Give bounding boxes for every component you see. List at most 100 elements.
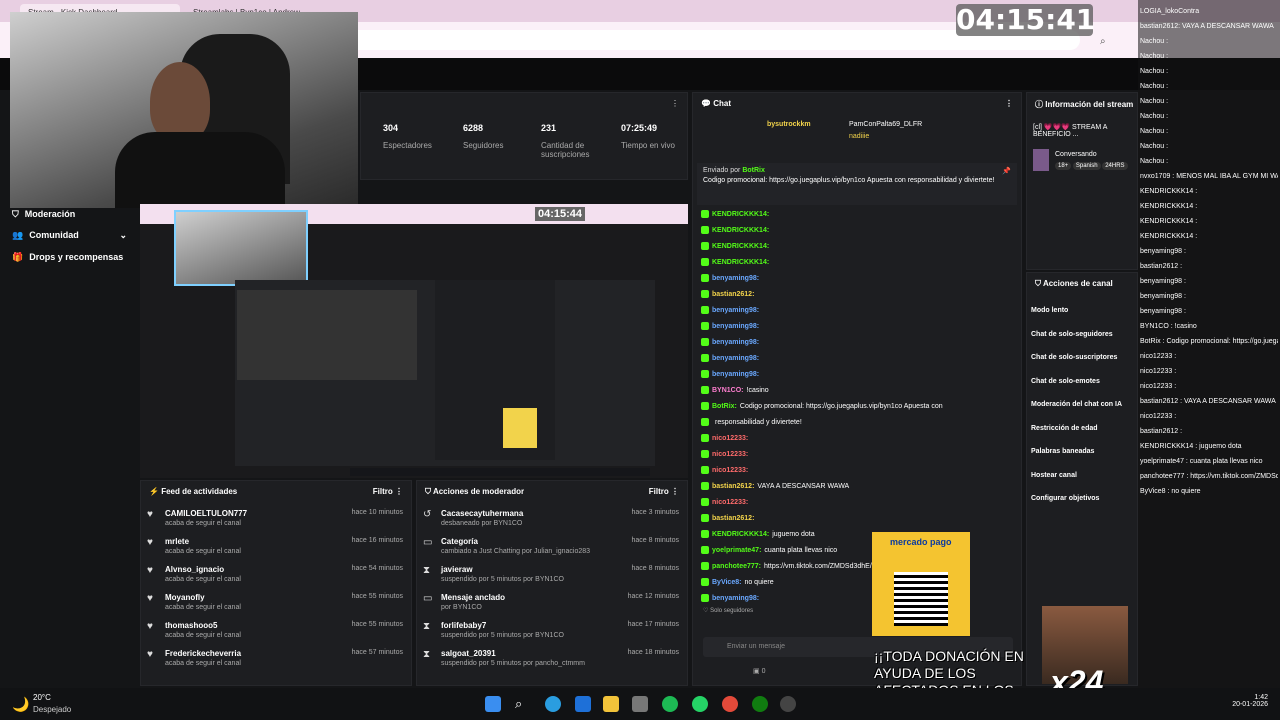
- chat-username[interactable]: nico12233:: [712, 435, 748, 442]
- chat-message[interactable]: benyaming98:: [693, 335, 1021, 351]
- more-icon[interactable]: ⋮: [1005, 99, 1013, 108]
- chat-message[interactable]: BotRix: Codigo promocional: https://go.ju…: [693, 399, 1021, 415]
- chat-username[interactable]: bastian2612:: [712, 291, 754, 298]
- chat-message[interactable]: bastian2612:: [693, 511, 1021, 527]
- chat-message[interactable]: responsabilidad y diviertete!: [693, 415, 1021, 431]
- chat-username[interactable]: KENDRICKKK14:: [712, 243, 769, 250]
- chat-message[interactable]: ByVice8: no quiere: [693, 575, 1021, 591]
- action-icon: ↺: [423, 509, 432, 520]
- chat-message[interactable]: benyaming98:: [693, 591, 1021, 607]
- chat-username[interactable]: ByVice8:: [712, 579, 741, 586]
- chat-username[interactable]: bastian2612:: [712, 483, 754, 490]
- chat-username[interactable]: nico12233:: [712, 499, 748, 506]
- chat-message[interactable]: nico12233:: [693, 431, 1021, 447]
- chat-message[interactable]: KENDRICKKK14:: [693, 207, 1021, 223]
- windows-start-icon[interactable]: [485, 696, 501, 712]
- channel-action-item[interactable]: Configurar objetivos: [1027, 487, 1137, 511]
- zoom-icon[interactable]: ⌕: [1100, 36, 1106, 47]
- chat-username[interactable]: benyaming98:: [712, 339, 759, 346]
- chat-message[interactable]: yoelprimate47: cuanta plata llevas nico: [693, 543, 1021, 559]
- obs-icon[interactable]: [780, 696, 796, 712]
- feed-username[interactable]: Frederickecheverria: [165, 649, 241, 658]
- overlay-chat-line: nvxo1709 : MENOS MAL IBA AL GYM MI WATON: [1140, 173, 1278, 180]
- chat-message[interactable]: benyaming98:: [693, 351, 1021, 367]
- channel-action-item[interactable]: Hostear canal: [1027, 464, 1137, 488]
- chrome-icon[interactable]: [722, 696, 738, 712]
- panel-title: Acciones de moderador: [432, 487, 525, 496]
- stream-tags: 18+ Spanish 24HRS: [1055, 162, 1128, 170]
- feed-username[interactable]: thomashooo5: [165, 621, 217, 630]
- filter-button[interactable]: Filtro ⋮: [649, 487, 679, 496]
- pinned-message[interactable]: Enviado por BotRix 📌 Codigo promocional: …: [697, 163, 1017, 205]
- chat-message[interactable]: panchotee777: https://vm.tiktok.com/ZMDSd…: [693, 559, 1021, 575]
- chat-message[interactable]: KENDRICKKK14:: [693, 223, 1021, 239]
- chat-message[interactable]: benyaming98:: [693, 367, 1021, 383]
- chat-message[interactable]: nico12233:: [693, 495, 1021, 511]
- chat-username[interactable]: benyaming98:: [712, 355, 759, 362]
- chat-username[interactable]: nico12233:: [712, 451, 748, 458]
- chat-message[interactable]: benyaming98:: [693, 319, 1021, 335]
- chat-username[interactable]: nico12233:: [712, 467, 748, 474]
- chat-message[interactable]: nico12233:: [693, 447, 1021, 463]
- chat-message[interactable]: KENDRICKKK14:: [693, 255, 1021, 271]
- chat-message[interactable]: KENDRICKKK14:: [693, 239, 1021, 255]
- mod-action-target[interactable]: javieraw: [441, 565, 473, 574]
- chat-username[interactable]: benyaming98:: [712, 595, 759, 602]
- edge-icon[interactable]: [545, 696, 561, 712]
- mod-action-target[interactable]: Mensaje anclado: [441, 593, 505, 602]
- feed-username[interactable]: Moyanofly: [165, 593, 205, 602]
- chat-username[interactable]: BotRix:: [712, 403, 737, 410]
- spotify-icon[interactable]: [662, 696, 678, 712]
- feed-username[interactable]: Alvnso_ignacio: [165, 565, 224, 574]
- channel-action-item[interactable]: Chat de solo-seguidores: [1027, 323, 1137, 347]
- app-icon[interactable]: [632, 696, 648, 712]
- sidebar-item-drops[interactable]: 🎁 Drops y recompensas: [12, 252, 123, 263]
- badge-icon: [701, 354, 709, 363]
- chat-username[interactable]: bastian2612:: [712, 515, 754, 522]
- channel-action-item[interactable]: Chat de solo-emotes: [1027, 370, 1137, 394]
- pin-icon[interactable]: 📌: [1002, 167, 1011, 175]
- chat-username[interactable]: benyaming98:: [712, 371, 759, 378]
- chat-message[interactable]: benyaming98:: [693, 303, 1021, 319]
- chat-message[interactable]: bastian2612: VAYA A DESCANSAR WAWA: [693, 479, 1021, 495]
- chat-message[interactable]: KENDRICKKK14: juguemo dota: [693, 527, 1021, 543]
- store-icon[interactable]: [575, 696, 591, 712]
- channel-action-item[interactable]: Chat de solo-suscriptores: [1027, 346, 1137, 370]
- chat-username[interactable]: benyaming98:: [712, 323, 759, 330]
- system-clock[interactable]: 1:42 20-01-2026: [1222, 694, 1268, 708]
- chat-username[interactable]: KENDRICKKK14:: [712, 227, 769, 234]
- chat-username[interactable]: BYN1CO:: [712, 387, 744, 394]
- channel-action-item[interactable]: Modo lento: [1027, 299, 1137, 323]
- channel-action-item[interactable]: Restricción de edad: [1027, 417, 1137, 441]
- whatsapp-icon[interactable]: [692, 696, 708, 712]
- mod-action-target[interactable]: salgoat_20391: [441, 649, 496, 658]
- gifter-name: bysutrockkm: [767, 121, 811, 128]
- mod-action-target[interactable]: Cacasecaytuhermana: [441, 509, 523, 518]
- search-icon[interactable]: ⌕: [515, 696, 531, 712]
- chat-username[interactable]: KENDRICKKK14:: [712, 211, 769, 218]
- chat-username[interactable]: KENDRICKKK14:: [712, 259, 769, 266]
- overlay-chat-line: KENDRICKKK14 :: [1140, 218, 1198, 225]
- mod-action-target[interactable]: forlifebaby7: [441, 621, 486, 630]
- chat-username[interactable]: panchotee777:: [712, 563, 761, 570]
- xbox-icon[interactable]: [752, 696, 768, 712]
- channel-action-item[interactable]: Moderación del chat con IA: [1027, 393, 1137, 417]
- heart-icon: ♥: [147, 621, 153, 632]
- chat-username[interactable]: KENDRICKKK14:: [712, 531, 769, 538]
- chat-message[interactable]: nico12233:: [693, 463, 1021, 479]
- chat-message[interactable]: BYN1CO: !casino: [693, 383, 1021, 399]
- feed-username[interactable]: mrlete: [165, 537, 189, 546]
- sidebar-item-moderacion[interactable]: ⛉ Moderación: [12, 209, 75, 220]
- chat-message[interactable]: bastian2612:: [693, 287, 1021, 303]
- chat-message[interactable]: benyaming98:: [693, 271, 1021, 287]
- mod-action-target[interactable]: Categoría: [441, 537, 478, 546]
- channel-action-item[interactable]: Palabras baneadas: [1027, 440, 1137, 464]
- folder-icon[interactable]: [603, 696, 619, 712]
- sidebar-item-comunidad[interactable]: 👥 Comunidad ⌄: [12, 230, 127, 241]
- feed-username[interactable]: CAMILOELTULON777: [165, 509, 247, 518]
- more-icon[interactable]: ⋮: [671, 99, 679, 108]
- chat-username[interactable]: benyaming98:: [712, 307, 759, 314]
- chat-username[interactable]: yoelprimate47:: [712, 547, 761, 554]
- filter-button[interactable]: Filtro ⋮: [373, 487, 403, 496]
- chat-username[interactable]: benyaming98:: [712, 275, 759, 282]
